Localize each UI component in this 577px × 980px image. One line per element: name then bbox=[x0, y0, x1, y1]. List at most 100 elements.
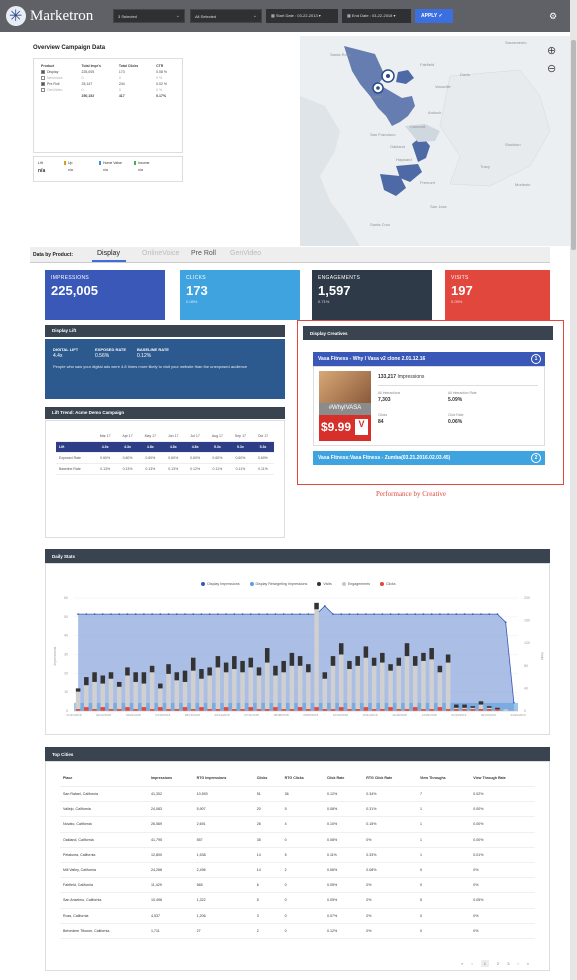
point-display-impressions[interactable] bbox=[438, 613, 441, 616]
point-display-impressions[interactable] bbox=[430, 613, 433, 616]
bar-clicks[interactable] bbox=[141, 707, 147, 711]
bar-engagements[interactable] bbox=[92, 681, 97, 711]
bar-visits[interactable] bbox=[84, 677, 89, 686]
bar-clicks[interactable] bbox=[388, 707, 393, 711]
point-display-impressions[interactable] bbox=[101, 613, 104, 616]
pager-button[interactable]: « bbox=[461, 961, 463, 966]
point-display-impressions[interactable] bbox=[348, 613, 351, 616]
tab-pre-roll[interactable]: Pre Roll bbox=[191, 250, 216, 257]
point-display-impressions[interactable] bbox=[200, 613, 203, 616]
point-display-impressions[interactable] bbox=[225, 613, 228, 616]
bar-visits[interactable] bbox=[470, 706, 476, 708]
bar-clicks[interactable] bbox=[445, 709, 451, 711]
bar-visits[interactable] bbox=[322, 672, 328, 679]
point-display-impressions[interactable] bbox=[422, 613, 425, 616]
bar-clicks[interactable] bbox=[454, 709, 459, 711]
point-display-impressions[interactable] bbox=[118, 613, 121, 616]
point-display-impressions[interactable] bbox=[77, 613, 80, 616]
bar-clicks[interactable] bbox=[404, 709, 410, 711]
bar-clicks[interactable] bbox=[92, 709, 97, 711]
point-display-impressions[interactable] bbox=[480, 613, 482, 616]
bar-clicks[interactable] bbox=[256, 709, 262, 711]
cities-col-header[interactable]: Impressions bbox=[147, 770, 194, 787]
bar-clicks[interactable] bbox=[347, 709, 352, 711]
bar-visits[interactable] bbox=[338, 643, 344, 655]
bar-engagements[interactable] bbox=[199, 678, 204, 711]
bar-visits[interactable] bbox=[462, 704, 467, 708]
bar-visits[interactable] bbox=[232, 656, 237, 670]
cities-col-header[interactable]: RTG Click Rate bbox=[363, 770, 417, 787]
point-display-impressions[interactable] bbox=[397, 613, 400, 616]
bar-engagements[interactable] bbox=[125, 675, 130, 711]
bar-engagements[interactable] bbox=[306, 672, 311, 711]
bar-visits[interactable] bbox=[347, 660, 352, 670]
cities-col-header[interactable]: Clicks bbox=[253, 770, 282, 787]
bar-clicks[interactable] bbox=[248, 707, 254, 711]
point-display-impressions[interactable] bbox=[175, 613, 178, 616]
bar-engagements[interactable] bbox=[133, 681, 138, 711]
bar-clicks[interactable] bbox=[281, 709, 286, 711]
apply-button[interactable]: APPLY ✓ bbox=[415, 9, 453, 23]
point-display-impressions[interactable] bbox=[381, 613, 384, 616]
bar-engagements[interactable] bbox=[232, 669, 237, 711]
bar-engagements[interactable] bbox=[421, 660, 426, 711]
tab-onlinevoice[interactable]: OnlineVoice bbox=[142, 250, 179, 257]
end-date-button[interactable]: ▦ End Date : 03-22-2018 ▾ bbox=[342, 9, 411, 23]
point-display-impressions[interactable] bbox=[307, 613, 310, 616]
bar-clicks[interactable] bbox=[215, 709, 221, 711]
bar-visits[interactable] bbox=[273, 665, 278, 676]
point-display-impressions[interactable] bbox=[151, 613, 154, 616]
bar-engagements[interactable] bbox=[166, 673, 171, 711]
pager-button[interactable]: ‹ bbox=[471, 961, 472, 966]
bar-engagements[interactable] bbox=[182, 681, 188, 711]
bar-visits[interactable] bbox=[223, 662, 229, 673]
point-display-impressions[interactable] bbox=[356, 613, 359, 616]
creative-item-1[interactable]: Vasa Fitness - Why I Vasa v2 clone 2.01.… bbox=[313, 352, 545, 366]
market-select[interactable]: 3 Selected ⌄ bbox=[113, 9, 185, 23]
bar-engagements[interactable] bbox=[223, 672, 229, 711]
bar-engagements[interactable] bbox=[240, 672, 245, 711]
bar-engagements[interactable] bbox=[404, 656, 410, 711]
checkbox[interactable] bbox=[41, 76, 45, 81]
point-display-impressions[interactable] bbox=[192, 613, 195, 616]
bar-clicks[interactable] bbox=[100, 707, 106, 711]
bar-engagements[interactable] bbox=[314, 609, 319, 711]
creative-item-2[interactable]: Vasa Fitness:Vasa Fitness - Zumba(03.21.… bbox=[313, 451, 545, 465]
bar-clicks[interactable] bbox=[174, 709, 180, 711]
bar-clicks[interactable] bbox=[240, 709, 245, 711]
bar-clicks[interactable] bbox=[371, 709, 377, 711]
bar-engagements[interactable] bbox=[297, 665, 303, 711]
bar-visits[interactable] bbox=[133, 672, 138, 682]
bar-engagements[interactable] bbox=[116, 686, 122, 711]
bar-visits[interactable] bbox=[92, 672, 97, 682]
point-display-impressions[interactable] bbox=[134, 613, 137, 616]
metric-card-engagements[interactable]: ENGAGEMENTS 1,597 0.71% bbox=[312, 270, 432, 320]
bar-engagements[interactable] bbox=[289, 665, 295, 711]
bar-visits[interactable] bbox=[125, 667, 130, 676]
point-display-impressions[interactable] bbox=[184, 613, 186, 616]
bar-visits[interactable] bbox=[100, 675, 106, 684]
bar-clicks[interactable] bbox=[75, 709, 81, 711]
pager-button[interactable]: 2 bbox=[497, 961, 499, 966]
bar-clicks[interactable] bbox=[190, 709, 196, 711]
checkbox[interactable] bbox=[41, 70, 45, 75]
bar-visits[interactable] bbox=[486, 706, 492, 708]
bar-engagements[interactable] bbox=[75, 691, 81, 711]
bar-clicks[interactable] bbox=[232, 709, 237, 711]
point-display-impressions[interactable] bbox=[463, 613, 466, 616]
point-display-impressions[interactable] bbox=[142, 613, 145, 616]
tab-genvideo[interactable]: GenVideo bbox=[230, 250, 261, 257]
bar-clicks[interactable] bbox=[486, 709, 492, 711]
tab-display[interactable]: Display bbox=[97, 250, 120, 257]
cities-col-header[interactable]: View Throughs bbox=[416, 770, 471, 787]
bar-visits[interactable] bbox=[478, 701, 484, 705]
bar-visits[interactable] bbox=[166, 664, 171, 674]
bar-engagements[interactable] bbox=[412, 665, 418, 711]
bar-visits[interactable] bbox=[240, 660, 245, 673]
bar-visits[interactable] bbox=[445, 654, 451, 663]
bar-visits[interactable] bbox=[396, 657, 402, 666]
bar-engagements[interactable] bbox=[371, 665, 377, 711]
point-display-impressions[interactable] bbox=[414, 613, 417, 616]
bar-visits[interactable] bbox=[314, 602, 319, 610]
bar-clicks[interactable] bbox=[182, 707, 188, 711]
